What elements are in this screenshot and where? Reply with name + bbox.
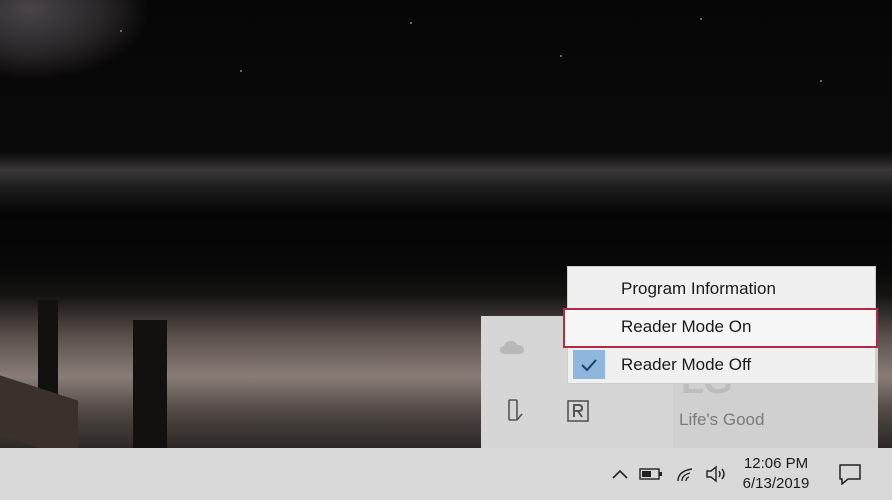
menu-item-reader-mode-on[interactable]: Reader Mode On <box>563 308 878 348</box>
reader-app-icon[interactable] <box>565 398 591 424</box>
wifi-icon[interactable] <box>674 462 698 486</box>
menu-item-label: Reader Mode Off <box>621 355 752 374</box>
menu-item-label: Reader Mode On <box>621 317 752 336</box>
menu-item-reader-mode-off[interactable]: Reader Mode Off <box>568 349 875 381</box>
context-menu: Program Information Reader Mode On Reade… <box>563 266 878 384</box>
notification-icon[interactable] <box>836 460 864 488</box>
chevron-up-icon[interactable] <box>610 464 630 484</box>
menu-item-program-information[interactable]: Program Information <box>568 273 875 305</box>
checkmark-icon <box>573 350 605 379</box>
lg-tagline: Life's Good <box>679 410 765 429</box>
taskbar: 12:06 PM 6/13/2019 <box>0 448 892 500</box>
volume-icon[interactable] <box>704 462 730 486</box>
battery-icon[interactable] <box>638 464 664 484</box>
usb-drive-icon[interactable] <box>501 398 527 424</box>
clock-time: 12:06 PM <box>743 455 809 472</box>
onedrive-icon[interactable] <box>499 334 525 360</box>
menu-item-label: Program Information <box>621 279 776 298</box>
system-clock[interactable]: 12:06 PM 6/13/2019 <box>736 454 816 494</box>
clock-date: 6/13/2019 <box>742 475 810 492</box>
